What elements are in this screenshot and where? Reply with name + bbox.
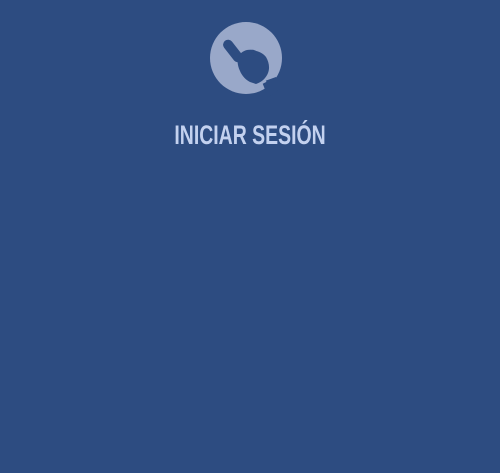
login-button[interactable]: INICIAR SESIÓN: [0, 22, 500, 162]
hand-pointer-icon: [210, 22, 290, 104]
login-screen: INICIAR SESIÓN: [0, 0, 500, 473]
login-label: INICIAR SESIÓN: [174, 120, 326, 150]
